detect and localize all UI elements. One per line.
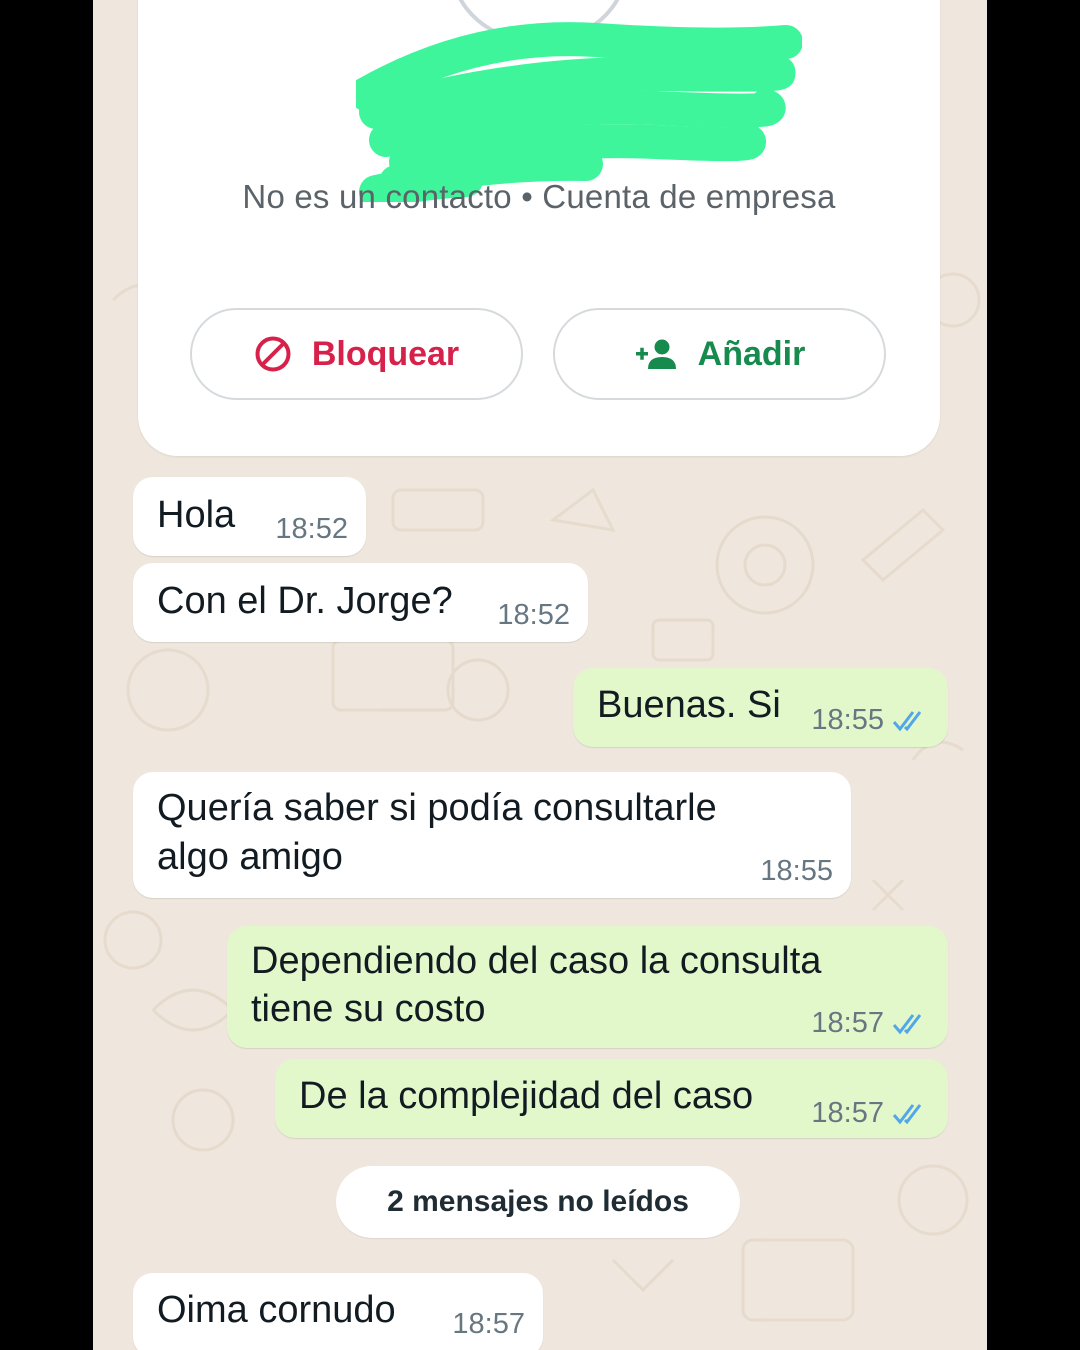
incoming-message[interactable]: Oima cornudo 18:57: [133, 1273, 543, 1350]
message-text-line-1: Quería saber si podía consultarle: [157, 787, 717, 829]
outgoing-message[interactable]: De la complejidad del caso 18:57: [275, 1059, 948, 1138]
read-receipt-icon: [892, 710, 930, 732]
message-text: De la complejidad del caso: [299, 1075, 754, 1117]
outgoing-message[interactable]: Dependiendo del caso la consulta tiene s…: [227, 926, 948, 1048]
incoming-message[interactable]: Con el Dr. Jorge? 18:52: [133, 563, 588, 642]
message-timestamp: 18:52: [497, 599, 570, 631]
unread-messages-banner: 2 mensajes no leídos: [336, 1166, 740, 1238]
message-timestamp: 18:57: [811, 1007, 930, 1040]
add-person-icon: [634, 337, 678, 371]
message-text: Buenas. Si: [597, 684, 781, 726]
block-contact-button[interactable]: Bloquear: [190, 308, 523, 400]
message-text: Hola: [157, 494, 236, 536]
read-receipt-icon: [892, 1103, 930, 1125]
contact-info-card: No es un contacto • Cuenta de empresa Bl…: [138, 0, 940, 456]
block-icon: [254, 335, 292, 373]
message-text: Con el Dr. Jorge?: [157, 580, 453, 622]
add-contact-button[interactable]: Añadir: [553, 308, 886, 400]
message-text-line-2: algo amigo: [157, 836, 343, 878]
message-text-line-1: Dependiendo del caso la consulta: [251, 940, 822, 982]
chat-screen: No es un contacto • Cuenta de empresa Bl…: [93, 0, 987, 1350]
message-timestamp: 18:55: [811, 704, 930, 737]
contact-status-subtitle: No es un contacto • Cuenta de empresa: [242, 178, 836, 215]
incoming-message[interactable]: Hola 18:52: [133, 477, 366, 556]
message-timestamp: 18:57: [811, 1097, 930, 1130]
add-contact-label: Añadir: [697, 334, 806, 373]
outgoing-message[interactable]: Buenas. Si 18:55: [573, 668, 948, 747]
message-timestamp: 18:52: [275, 513, 348, 545]
read-receipt-icon: [892, 1013, 930, 1035]
redacted-name-scribble: [356, 22, 802, 202]
message-text-line-2: tiene su costo: [251, 988, 486, 1030]
incoming-message[interactable]: Quería saber si podía consultarle algo a…: [133, 772, 851, 898]
block-contact-label: Bloquear: [311, 334, 460, 373]
message-text: Oima cornudo: [157, 1289, 396, 1331]
message-timestamp: 18:55: [760, 855, 833, 887]
message-timestamp: 18:57: [452, 1308, 525, 1340]
